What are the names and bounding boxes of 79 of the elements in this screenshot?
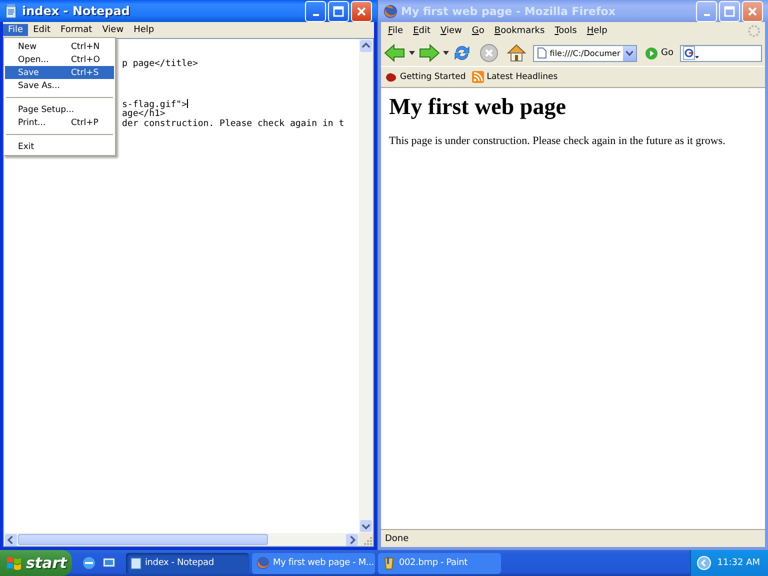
maximize-button[interactable] xyxy=(328,0,349,22)
code-line: p page</title> xyxy=(122,59,198,69)
minimize-button[interactable] xyxy=(696,0,717,22)
code-line: s-flag.gif"> xyxy=(122,100,188,110)
minimize-button[interactable] xyxy=(305,0,326,22)
window-title: index - Notepad xyxy=(22,4,131,18)
scrollbar-thumb[interactable] xyxy=(18,534,268,545)
menu-item[interactable]: File xyxy=(383,26,408,36)
menu-item[interactable]: Save Ctrl+S xyxy=(5,66,114,79)
bookmark-link[interactable]: Latest Headlines xyxy=(472,71,558,83)
window-title: My first web page - Mozilla Firefox xyxy=(401,4,616,18)
menu-item[interactable]: View xyxy=(436,26,467,36)
menu-item[interactable]: Tools xyxy=(550,26,582,36)
menu-item[interactable]: Help xyxy=(582,26,612,36)
shortcut-label: Ctrl+P xyxy=(71,118,100,128)
search-engine-icon[interactable] xyxy=(683,46,700,60)
menu-item[interactable]: Save As... xyxy=(5,79,114,92)
close-button[interactable] xyxy=(351,0,372,22)
shortcut-label: Ctrl+S xyxy=(71,68,100,78)
windows-logo-icon xyxy=(6,556,22,570)
clock: 11:32 AM xyxy=(717,558,760,568)
caret-icon xyxy=(626,50,634,56)
menu-item[interactable]: Page Setup... xyxy=(5,103,114,116)
search-field[interactable] xyxy=(680,44,762,62)
taskbar-button[interactable]: 002.bmp - Paint xyxy=(378,552,501,574)
back-arrow-icon[interactable] xyxy=(384,44,406,62)
forward-arrow-icon[interactable] xyxy=(418,44,440,62)
caret-icon[interactable] xyxy=(443,51,449,55)
go-button[interactable]: Go xyxy=(645,46,674,60)
page-paragraph: This page is under construction. Please check again in the future as it grows. xyxy=(389,135,726,148)
menu-item[interactable]: Format xyxy=(56,24,98,36)
maximize-icon xyxy=(333,6,344,16)
menu-item[interactable]: New Ctrl+N xyxy=(5,40,114,53)
address-field[interactable]: file:///C:/Documer xyxy=(533,44,637,62)
taskbar-button[interactable]: index - Notepad xyxy=(126,552,249,574)
reload-icon[interactable] xyxy=(452,43,472,63)
menu-item[interactable]: Print... Ctrl+P xyxy=(5,116,114,129)
feed-icon xyxy=(472,71,484,83)
menu-item[interactable]: View xyxy=(97,24,129,36)
paint-icon xyxy=(382,556,396,570)
close-icon xyxy=(747,6,758,16)
notepad-icon xyxy=(130,556,142,570)
browser-logo-icon xyxy=(256,556,270,570)
shortcut-label: Ctrl+N xyxy=(71,42,101,52)
page-icon xyxy=(537,47,547,59)
caret-icon[interactable] xyxy=(409,51,415,55)
close-button[interactable] xyxy=(742,0,763,22)
menu-item[interactable]: File xyxy=(3,24,28,36)
maximize-icon xyxy=(724,6,735,16)
code-line: age</h1> xyxy=(122,109,166,120)
minimize-icon xyxy=(704,14,710,16)
menu-item[interactable]: Edit xyxy=(28,24,56,36)
menu-item[interactable]: Help xyxy=(128,24,160,36)
expand-tray-icon[interactable] xyxy=(697,556,712,570)
dropdown-button[interactable] xyxy=(623,46,636,60)
menu-item[interactable]: Go xyxy=(466,26,490,36)
browser-logo-icon xyxy=(383,4,398,18)
page-heading: My first web page xyxy=(389,94,567,120)
shortcut-label: Ctrl+O xyxy=(71,54,101,64)
bookmark-icon xyxy=(385,72,397,82)
status-text: Done xyxy=(385,534,409,544)
resize-grip-icon[interactable] xyxy=(363,536,373,546)
menu-item[interactable]: Bookmarks xyxy=(489,26,550,36)
notepad-icon xyxy=(5,4,18,18)
maximize-button[interactable] xyxy=(719,0,740,22)
taskbar-button[interactable]: My first web page - M... xyxy=(252,552,375,574)
home-icon[interactable] xyxy=(506,43,527,63)
menu-item[interactable]: Exit xyxy=(5,140,114,153)
menu-item[interactable]: Open... Ctrl+O xyxy=(5,53,114,66)
go-icon xyxy=(645,46,658,60)
stop-icon[interactable] xyxy=(479,43,499,63)
throbber-icon xyxy=(747,24,761,38)
start-button[interactable]: start xyxy=(0,550,72,576)
code-line: der construction. Please check again in t xyxy=(122,119,344,130)
bookmark-link[interactable]: Getting Started xyxy=(385,72,466,82)
minimize-icon xyxy=(312,14,318,16)
menu-item[interactable]: Edit xyxy=(408,26,436,36)
desktop-icon[interactable] xyxy=(102,556,116,570)
close-icon xyxy=(356,6,367,16)
